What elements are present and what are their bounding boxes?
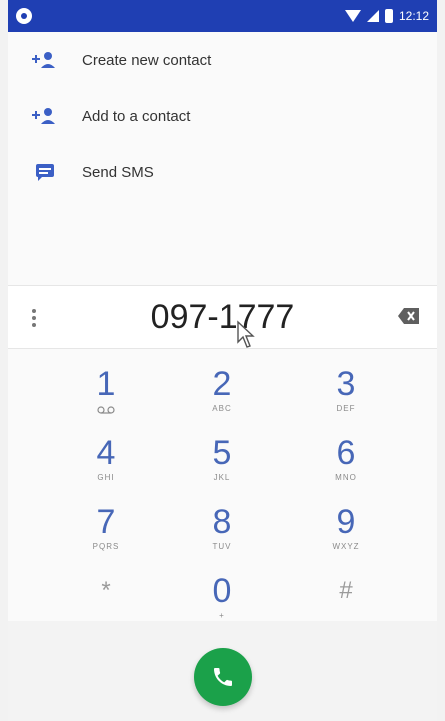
suggestion-label: Create new contact	[82, 51, 212, 69]
create-new-contact-item[interactable]: Create new contact	[8, 32, 437, 88]
call-button[interactable]	[194, 648, 252, 706]
dial-pad: 1 2 ABC 3 DEF 4 GHI 5 JKL 6 MNO 7 PQRS 8…	[8, 352, 437, 621]
status-time: 12:12	[398, 9, 429, 23]
key-9[interactable]: 9 WXYZ	[286, 504, 406, 568]
cursor-icon	[237, 320, 255, 348]
key-6[interactable]: 6 MNO	[286, 435, 406, 499]
wifi-icon	[344, 10, 361, 22]
number-display: 097-1777	[8, 285, 437, 349]
signal-icon	[366, 10, 379, 22]
call-area	[8, 621, 437, 721]
status-bar: 12:12	[8, 0, 437, 32]
key-1[interactable]: 1	[46, 366, 166, 430]
suggestion-label: Add to a contact	[82, 107, 191, 125]
key-7[interactable]: 7 PQRS	[46, 504, 166, 568]
notification-icon	[16, 8, 32, 24]
dialed-number[interactable]: 097-1777	[8, 298, 437, 337]
phone-icon	[214, 668, 232, 686]
voicemail-icon	[97, 406, 115, 414]
backspace-icon[interactable]	[397, 306, 421, 326]
status-icons: 12:12	[344, 7, 429, 25]
add-person-icon	[32, 108, 55, 124]
battery-icon	[384, 9, 393, 23]
add-person-icon	[32, 52, 55, 68]
send-sms-item[interactable]: Send SMS	[8, 144, 437, 200]
key-2[interactable]: 2 ABC	[162, 366, 282, 430]
key-5[interactable]: 5 JKL	[162, 435, 282, 499]
dialer-screen: 12:12 Create new contact Add to a contac…	[8, 0, 437, 721]
key-4[interactable]: 4 GHI	[46, 435, 166, 499]
add-to-contact-item[interactable]: Add to a contact	[8, 88, 437, 144]
key-8[interactable]: 8 TUV	[162, 504, 282, 568]
message-icon	[36, 164, 54, 181]
suggestion-label: Send SMS	[82, 163, 154, 181]
suggestion-list: Create new contact Add to a contact Send…	[8, 32, 437, 280]
key-3[interactable]: 3 DEF	[286, 366, 406, 430]
